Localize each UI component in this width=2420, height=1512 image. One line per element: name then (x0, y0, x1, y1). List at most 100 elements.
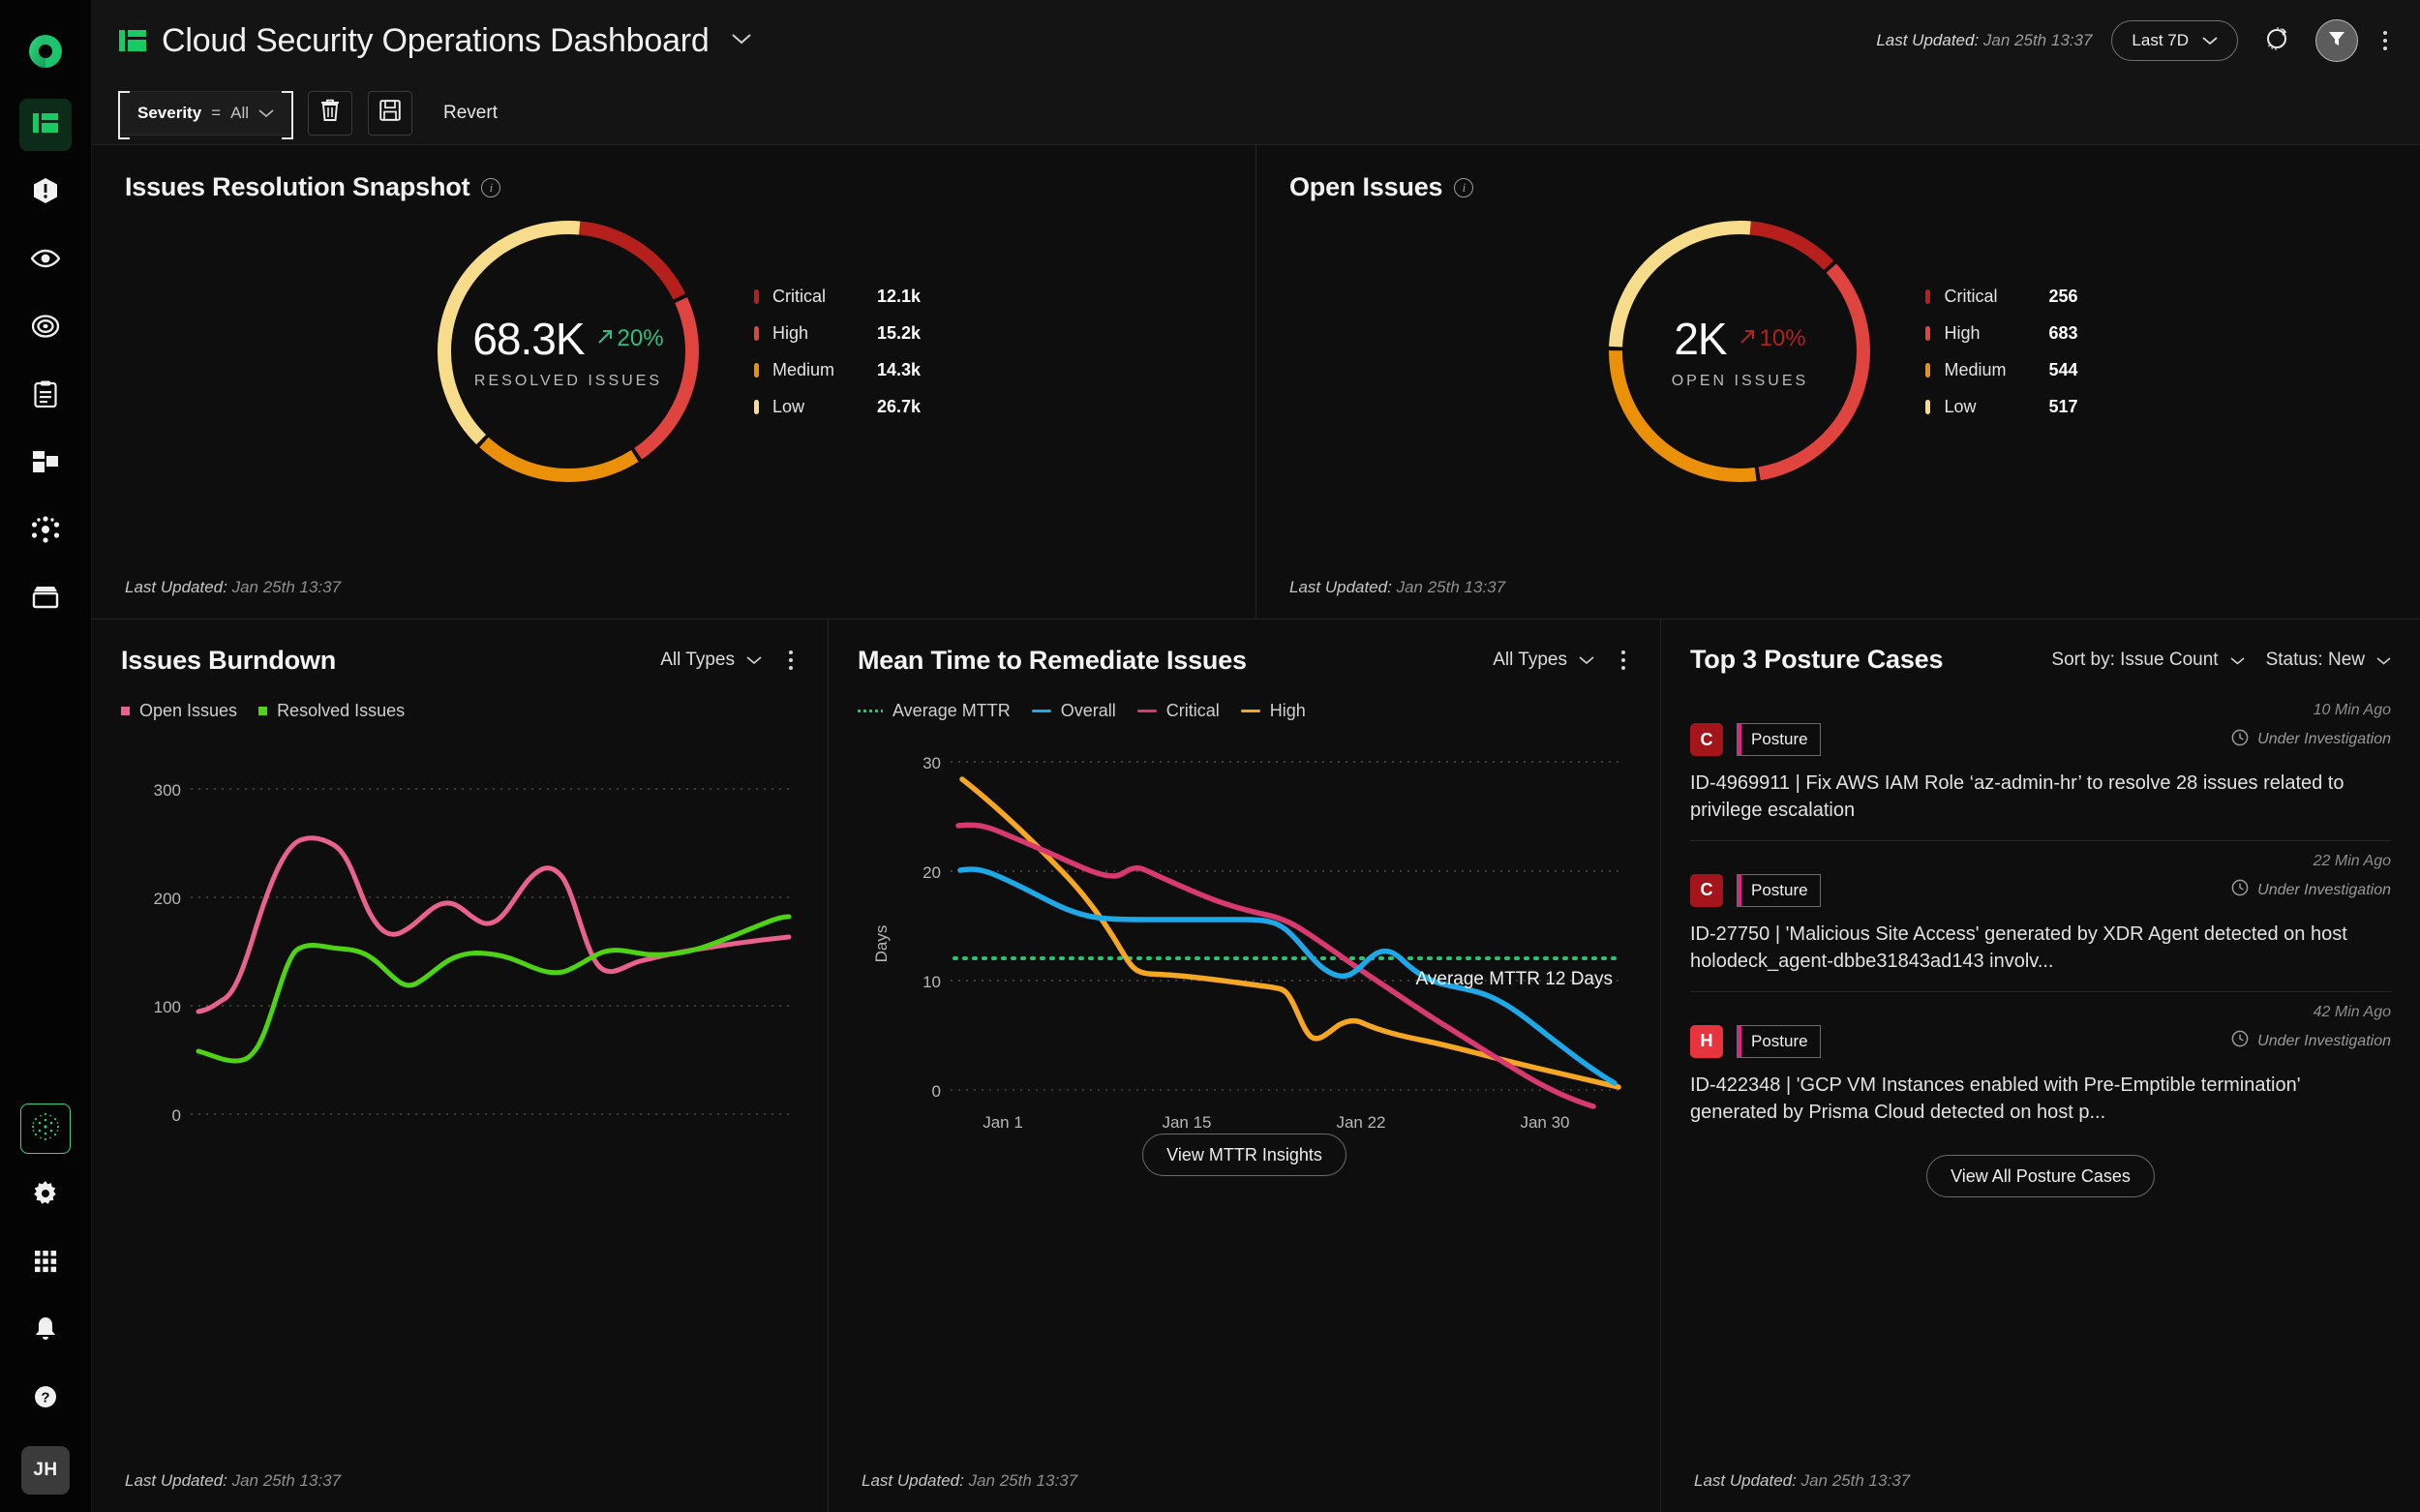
series-resolved-issues (196, 914, 792, 1064)
sidebar-item-threat-hunting[interactable] (19, 302, 72, 354)
info-icon[interactable]: i (481, 177, 501, 197)
case-meta: 22 Min Ago (1690, 853, 2391, 870)
panel-title: Top 3 Posture Cases (1690, 645, 1944, 674)
y-tick-20: 20 (923, 863, 941, 882)
legend-label: Medium (771, 359, 834, 379)
time-range-label: Last 7D (2132, 31, 2189, 49)
issues-burndown-chart[interactable]: 300 200 100 0 Jan 1 Jan 15 Jan 22 Jan 30 (121, 721, 799, 1128)
sidebar-item-integrations[interactable] (19, 505, 72, 558)
top-posture-cases-panel: Top 3 Posture Cases Sort by: Issue Count… (1660, 620, 2420, 1512)
legend-label: Critical (771, 286, 826, 306)
filter-toggle-button[interactable] (2315, 19, 2358, 62)
mttr-panel: Mean Time to Remediate Issues All Types (828, 620, 1660, 1512)
legend-item-open-issues[interactable]: Open Issues (121, 701, 237, 721)
card-title: Issues Resolution Snapshot (125, 172, 470, 201)
legend-row[interactable]: Low 26.7k (753, 396, 921, 417)
issues-resolution-snapshot-card: Issues Resolution Snapshot i 68.3K 20% R… (92, 145, 1255, 619)
more-vertical-icon[interactable] (2377, 25, 2393, 56)
view-mttr-insights-button[interactable]: View MTTR Insights (1142, 1134, 1346, 1176)
sidebar-item-incidents[interactable] (19, 166, 72, 219)
layout-blocks-icon (31, 450, 60, 478)
panel-controls: All Types (660, 645, 799, 676)
chevron-down-icon (2202, 31, 2218, 50)
legend-row[interactable]: Critical 12.1k (753, 286, 921, 307)
legend-item-critical[interactable]: Critical (1136, 701, 1220, 721)
sidebar-item-settings[interactable] (19, 1169, 72, 1222)
sidebar-item-notifications[interactable] (19, 1305, 72, 1357)
view-all-posture-cases-button[interactable]: View All Posture Cases (1926, 1155, 2155, 1198)
sidebar-item-help[interactable]: ? (19, 1373, 72, 1425)
legend-row[interactable]: Critical 256 (1925, 287, 2078, 307)
mttr-type-filter[interactable]: All Types (1493, 650, 1594, 671)
clock-icon (2231, 879, 2249, 901)
dashboard-app: ? JH Cloud Security Operations Dashboard… (0, 0, 2420, 1512)
delete-filter-button[interactable] (308, 90, 353, 136)
left-sidebar: ? JH (0, 0, 92, 1512)
legend-item-overall[interactable]: Overall (1031, 701, 1116, 721)
case-status-label: Under Investigation (2257, 1032, 2391, 1049)
legend-row[interactable]: Medium 544 (1925, 360, 2078, 380)
grid-apps-icon (34, 1250, 57, 1278)
case-status: Under Investigation (2231, 729, 2391, 751)
legend-label: Low (1944, 396, 1977, 416)
legend-label: Overall (1060, 701, 1116, 720)
legend-row[interactable]: Low 517 (1925, 396, 2078, 417)
legend-item-high[interactable]: High (1240, 701, 1306, 721)
legend-row[interactable]: High 683 (1925, 323, 2078, 344)
main-area: Cloud Security Operations Dashboard Last… (92, 0, 2420, 1512)
save-filter-button[interactable] (368, 90, 413, 136)
donut-body: 2K 10% OPEN ISSUES Critical 256 High 683… (1289, 210, 2387, 493)
open-issues-legend: Critical 256 High 683 Medium 544 Low 517 (1925, 287, 2078, 417)
burndown-type-filter-label: All Types (660, 650, 735, 670)
more-vertical-icon[interactable] (1616, 645, 1631, 676)
floppy-save-icon (379, 100, 401, 126)
legend-row[interactable]: High 15.2k (753, 323, 921, 344)
more-vertical-icon[interactable] (783, 645, 799, 676)
x-tick-jan-30: Jan 30 (1520, 1113, 1569, 1128)
panel-last-updated-value: Jan 25th 13:37 (1800, 1471, 1911, 1490)
legend-row[interactable]: Medium 14.3k (753, 359, 922, 380)
chevron-down-icon[interactable] (731, 32, 752, 50)
severity-filter-chip[interactable]: Severity = All (117, 90, 294, 139)
chevron-down-icon (746, 650, 762, 671)
list-item[interactable]: 22 Min Ago C Posture Under Investigation (1690, 841, 2391, 992)
sidebar-item-assets[interactable] (19, 438, 72, 490)
sidebar-item-dashboard[interactable] (19, 99, 72, 151)
avatar[interactable]: JH (21, 1446, 70, 1495)
legend-value: 14.3k (876, 359, 922, 379)
sidebar-item-ai-assistant[interactable] (20, 1104, 71, 1154)
legend-item-average-mttr[interactable]: Average MTTR (858, 701, 1011, 721)
panel-last-updated-label: Last Updated: (1694, 1471, 1797, 1490)
sidebar-item-observability[interactable] (19, 234, 72, 287)
card-title: Open Issues (1289, 172, 1443, 201)
sidebar-item-reports[interactable] (19, 370, 72, 422)
legend-swatch (258, 707, 268, 715)
chevron-down-icon (258, 104, 274, 123)
case-tags: H Posture Under Investigation (1690, 1024, 2391, 1058)
refresh-button[interactable] (2257, 21, 2296, 60)
resolution-donut-chart[interactable]: 68.3K 20% RESOLVED ISSUES (427, 210, 710, 493)
info-icon[interactable]: i (1454, 177, 1474, 197)
cases-sort-by[interactable]: Sort by: Issue Count (2051, 650, 2245, 671)
legend-item-resolved-issues[interactable]: Resolved Issues (258, 701, 405, 721)
header-last-updated: Last Updated: Jan 25th 13:37 (1876, 31, 2092, 50)
mttr-chart[interactable]: 30 20 10 0 Days Average MTTR 12 Days Jan… (858, 721, 1632, 1128)
clock-icon (2231, 729, 2249, 751)
card-header: Open Issues i (1289, 172, 2387, 202)
sidebar-item-apps[interactable] (19, 1237, 72, 1289)
cortex-logo[interactable] (15, 21, 76, 81)
burndown-type-filter[interactable]: All Types (660, 650, 762, 671)
panel-last-updated: Last Updated: Jan 25th 13:37 (862, 1471, 1077, 1491)
legend-swatch (1925, 362, 1931, 378)
case-type-badge: Posture (1737, 723, 1821, 756)
card-last-updated-label: Last Updated: (1289, 578, 1392, 596)
list-item[interactable]: 10 Min Ago C Posture Under Investigation (1690, 690, 2391, 841)
legend-label: Low (771, 396, 804, 416)
time-range-selector[interactable]: Last 7D (2111, 20, 2238, 61)
cases-status-filter[interactable]: Status: New (2266, 650, 2391, 671)
open-issues-donut-chart[interactable]: 2K 10% OPEN ISSUES (1598, 210, 1881, 493)
list-item[interactable]: 42 Min Ago H Posture Under Investigation (1690, 992, 2391, 1142)
panel-last-updated-value: Jan 25th 13:37 (231, 1471, 342, 1490)
sidebar-item-marketplace[interactable] (19, 573, 72, 625)
revert-button[interactable]: Revert (443, 103, 498, 124)
